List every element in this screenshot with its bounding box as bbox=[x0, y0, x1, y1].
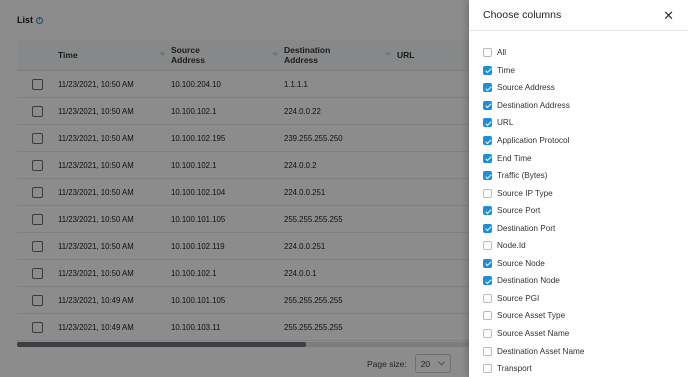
panel-header: Choose columns ✕ bbox=[469, 0, 688, 31]
column-option[interactable]: URL bbox=[483, 114, 688, 132]
column-checkbox[interactable] bbox=[483, 276, 492, 286]
column-checkbox[interactable] bbox=[483, 311, 492, 321]
column-option-label: Transport bbox=[497, 364, 532, 374]
column-option-label: Source Address bbox=[497, 83, 555, 93]
column-checkbox[interactable] bbox=[483, 258, 492, 268]
column-option[interactable]: Source PGI bbox=[483, 290, 688, 308]
column-option-label: URL bbox=[497, 118, 514, 128]
column-option-label: Source IP Type bbox=[497, 188, 553, 198]
column-checkbox[interactable] bbox=[483, 136, 492, 145]
column-option-label: Destination Asset Name bbox=[497, 346, 585, 356]
column-checkbox[interactable] bbox=[483, 346, 492, 356]
column-checkbox[interactable] bbox=[483, 153, 492, 163]
column-option[interactable]: Destination Asset Name bbox=[483, 342, 688, 360]
column-option-label: Application Protocol bbox=[497, 136, 570, 145]
column-option[interactable]: Application Protocol bbox=[483, 132, 688, 150]
column-option[interactable]: Destination Address bbox=[483, 97, 688, 115]
modal-backdrop[interactable] bbox=[0, 0, 469, 377]
column-option-label: Destination Address bbox=[497, 100, 570, 110]
column-option[interactable]: Traffic (Bytes) bbox=[483, 167, 688, 185]
column-option-label: Source PGI bbox=[497, 293, 540, 303]
column-checkbox[interactable] bbox=[483, 364, 492, 374]
column-checkbox[interactable] bbox=[483, 65, 492, 75]
column-option[interactable]: Source Asset Type bbox=[483, 307, 688, 325]
column-option-label: Source Node bbox=[497, 258, 545, 268]
close-icon[interactable]: ✕ bbox=[663, 9, 674, 22]
column-checkbox[interactable] bbox=[483, 241, 492, 251]
column-checkbox[interactable] bbox=[483, 188, 492, 198]
column-option[interactable]: All bbox=[483, 44, 688, 62]
column-checkbox[interactable] bbox=[483, 118, 492, 128]
panel-title: Choose columns bbox=[483, 9, 562, 21]
column-option[interactable]: Destination Node bbox=[483, 272, 688, 290]
column-option-label: Source Port bbox=[497, 206, 541, 216]
column-option-label: Destination Port bbox=[497, 223, 556, 233]
column-option-label: Source Asset Type bbox=[497, 311, 566, 321]
column-option[interactable]: Source IP Type bbox=[483, 184, 688, 202]
column-option[interactable]: Source Port bbox=[483, 202, 688, 220]
column-checkbox[interactable] bbox=[483, 293, 492, 303]
column-option-label: All bbox=[497, 48, 507, 58]
column-option[interactable]: Source Asset Name bbox=[483, 325, 688, 343]
column-option-label: Node.Id bbox=[497, 241, 526, 251]
column-checkbox[interactable] bbox=[483, 171, 492, 181]
column-checkbox[interactable] bbox=[483, 223, 492, 233]
column-option-label: End Time bbox=[497, 153, 532, 163]
column-options-list: All Time Source Address Destination Address… bbox=[469, 31, 688, 377]
column-checkbox[interactable] bbox=[483, 206, 492, 216]
column-option[interactable]: Source Address bbox=[483, 79, 688, 97]
column-option-label: Destination Node bbox=[497, 276, 560, 286]
column-option[interactable]: Node.Id bbox=[483, 237, 688, 255]
column-checkbox[interactable] bbox=[483, 100, 492, 110]
choose-columns-panel: Choose columns ✕ All Time Source Address De… bbox=[469, 0, 688, 377]
column-option-label: Source Asset Name bbox=[497, 329, 570, 339]
column-option[interactable]: Transport bbox=[483, 360, 688, 377]
column-option-label: Traffic (Bytes) bbox=[497, 171, 548, 181]
column-option-label: Time bbox=[497, 65, 515, 75]
column-checkbox[interactable] bbox=[483, 83, 492, 93]
column-option[interactable]: Destination Port bbox=[483, 219, 688, 237]
column-checkbox[interactable] bbox=[483, 329, 492, 339]
column-option[interactable]: Time bbox=[483, 62, 688, 80]
column-option[interactable]: End Time bbox=[483, 149, 688, 167]
column-option[interactable]: Source Node bbox=[483, 255, 688, 273]
column-checkbox[interactable] bbox=[483, 48, 492, 58]
